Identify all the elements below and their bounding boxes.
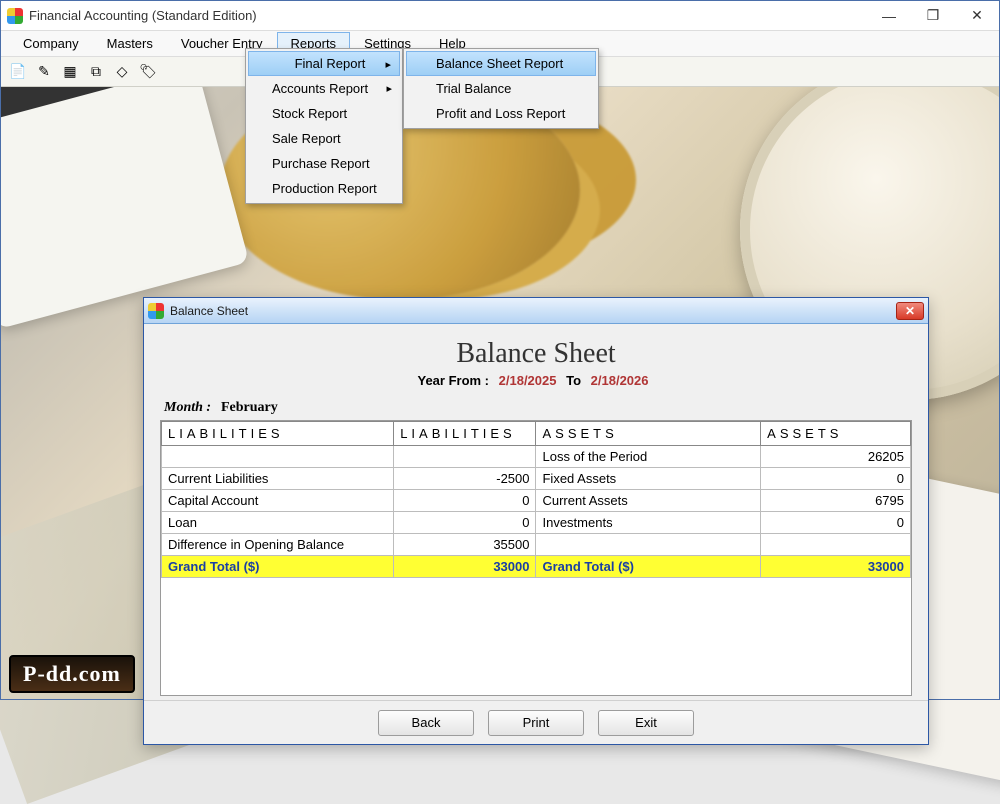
table-row[interactable]: Difference in Opening Balance35500 (162, 534, 911, 556)
sheet-heading: Balance Sheet (160, 338, 912, 370)
liability-value: 35500 (394, 534, 536, 556)
liability-value (394, 446, 536, 468)
child-close-button[interactable]: ✕ (896, 302, 924, 320)
balance-sheet-grid[interactable]: LIABILITIES LIABILITIES ASSETS ASSETS Lo… (160, 420, 912, 696)
col-liabilities-val: LIABILITIES (394, 422, 536, 446)
month-row: Month : February (164, 398, 912, 416)
total-liability-value: 33000 (394, 556, 536, 578)
minimize-button[interactable]: — (867, 2, 911, 30)
month-label: Month : (164, 400, 211, 415)
range-to-label: To (566, 373, 581, 388)
close-button[interactable]: ✕ (955, 2, 999, 30)
grid-icon[interactable]: ▦ (59, 61, 81, 83)
table-row[interactable]: Loss of the Period26205 (162, 446, 911, 468)
print-icon[interactable]: ◇ (111, 61, 133, 83)
menu-masters[interactable]: Masters (93, 32, 167, 55)
reports-menu-item[interactable]: Sale Report (248, 126, 400, 151)
window-title: Financial Accounting (Standard Edition) (29, 8, 867, 23)
asset-value: 26205 (761, 446, 911, 468)
maximize-button[interactable]: ❐ (911, 2, 955, 30)
asset-value (761, 534, 911, 556)
col-assets-name: ASSETS (536, 422, 761, 446)
reports-menu-item[interactable]: Production Report (248, 176, 400, 201)
child-app-icon (148, 303, 164, 319)
final-report-submenu-item[interactable]: Profit and Loss Report (406, 101, 596, 126)
tag-icon[interactable]: 🏷 (137, 61, 159, 83)
liability-name: Loan (162, 512, 394, 534)
range-from-label: Year From : (417, 373, 489, 388)
table-row[interactable]: Loan0Investments0 (162, 512, 911, 534)
reports-dropdown: Final Report▸Accounts Report▸Stock Repor… (245, 48, 403, 204)
back-button[interactable]: Back (378, 710, 474, 736)
menu-company[interactable]: Company (9, 32, 93, 55)
liability-name: Capital Account (162, 490, 394, 512)
liability-name: Difference in Opening Balance (162, 534, 394, 556)
titlebar[interactable]: Financial Accounting (Standard Edition) … (1, 1, 999, 31)
reports-menu-item[interactable]: Final Report▸ (248, 51, 400, 76)
child-body: Balance Sheet Year From : 2/18/2025 To 2… (144, 324, 928, 700)
asset-name: Fixed Assets (536, 468, 761, 490)
date-to: 2/18/2026 (585, 373, 655, 388)
asset-name: Loss of the Period (536, 446, 761, 468)
child-titlebar[interactable]: Balance Sheet ✕ (144, 298, 928, 324)
reports-menu-item[interactable]: Purchase Report (248, 151, 400, 176)
balance-sheet-window: Balance Sheet ✕ Balance Sheet Year From … (143, 297, 929, 745)
submenu-arrow-icon: ▸ (386, 82, 392, 95)
asset-name (536, 534, 761, 556)
liability-value: 0 (394, 490, 536, 512)
liability-value: -2500 (394, 468, 536, 490)
reports-menu-item[interactable]: Stock Report (248, 101, 400, 126)
app-icon (7, 8, 23, 24)
col-liabilities-name: LIABILITIES (162, 422, 394, 446)
total-liability-label: Grand Total ($) (162, 556, 394, 578)
grand-total-row: Grand Total ($)33000Grand Total ($)33000 (162, 556, 911, 578)
site-watermark: P-dd.com (9, 655, 135, 693)
liability-name: Current Liabilities (162, 468, 394, 490)
asset-value: 0 (761, 468, 911, 490)
asset-value: 6795 (761, 490, 911, 512)
child-footer: Back Print Exit (144, 700, 928, 744)
submenu-arrow-icon: ▸ (385, 58, 391, 71)
asset-name: Investments (536, 512, 761, 534)
date-from: 2/18/2025 (493, 373, 563, 388)
options-icon[interactable]: ⧉ (85, 61, 107, 83)
final-report-submenu-item[interactable]: Trial Balance (406, 76, 596, 101)
sheet-date-range: Year From : 2/18/2025 To 2/18/2026 (160, 373, 912, 388)
child-title-text: Balance Sheet (170, 304, 896, 318)
print-button[interactable]: Print (488, 710, 584, 736)
reports-menu-item[interactable]: Accounts Report▸ (248, 76, 400, 101)
asset-name: Current Assets (536, 490, 761, 512)
table-header-row: LIABILITIES LIABILITIES ASSETS ASSETS (162, 422, 911, 446)
liability-name (162, 446, 394, 468)
table-row[interactable]: Capital Account0Current Assets6795 (162, 490, 911, 512)
final-report-submenu-item[interactable]: Balance Sheet Report (406, 51, 596, 76)
month-value: February (221, 400, 278, 415)
asset-value: 0 (761, 512, 911, 534)
exit-button[interactable]: Exit (598, 710, 694, 736)
new-icon[interactable]: 📄 (7, 61, 29, 83)
total-asset-value: 33000 (761, 556, 911, 578)
final-report-submenu: Balance Sheet ReportTrial BalanceProfit … (403, 48, 599, 129)
col-assets-val: ASSETS (761, 422, 911, 446)
table-row[interactable]: Current Liabilities-2500Fixed Assets0 (162, 468, 911, 490)
liability-value: 0 (394, 512, 536, 534)
workspace: Balance Sheet ✕ Balance Sheet Year From … (1, 87, 999, 699)
edit-icon[interactable]: ✎ (33, 61, 55, 83)
total-asset-label: Grand Total ($) (536, 556, 761, 578)
